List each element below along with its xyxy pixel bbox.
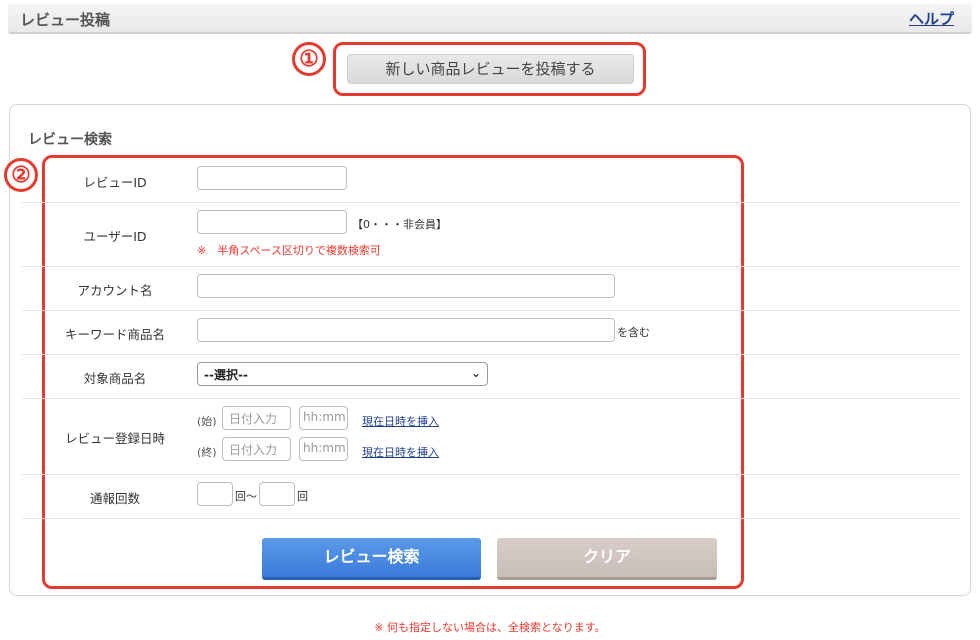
row-divider xyxy=(22,354,960,355)
row-divider xyxy=(22,202,960,203)
keyword-label: キーワード商品名 xyxy=(64,327,165,342)
target-product-select[interactable]: --選択-- ⌄ xyxy=(197,362,488,386)
row-divider xyxy=(22,266,960,267)
start-date-input[interactable]: 日付入力 xyxy=(222,406,291,430)
end-prefix: (終) xyxy=(197,446,217,459)
page-header: レビュー投稿 ヘルプ xyxy=(8,4,972,34)
chevron-down-icon: ⌄ xyxy=(470,366,481,380)
clear-button[interactable]: クリア xyxy=(497,538,717,580)
end-date-input[interactable]: 日付入力 xyxy=(222,437,291,461)
user-id-label: ユーザーID xyxy=(83,229,147,244)
report-count-max-input[interactable] xyxy=(259,482,295,506)
account-name-input[interactable] xyxy=(197,274,615,298)
keyword-input[interactable] xyxy=(197,318,615,342)
report-count-min-input[interactable] xyxy=(197,482,233,506)
callout-one: ① xyxy=(292,42,326,76)
new-review-button[interactable]: 新しい商品レビューを投稿する xyxy=(347,54,634,84)
row-divider xyxy=(22,474,960,475)
row-divider xyxy=(22,398,960,399)
registration-date-label: レビュー登録日時 xyxy=(64,431,165,446)
account-name-label: アカウント名 xyxy=(77,283,153,298)
keyword-suffix: を含む xyxy=(617,326,650,339)
start-prefix: (始) xyxy=(197,415,217,428)
row-divider xyxy=(22,310,960,311)
report-count-from-unit: 回～ xyxy=(235,490,257,503)
report-count-label: 通報回数 xyxy=(89,491,140,506)
footer-note: ※ 何も指定しない場合は、全検索となります。 xyxy=(374,621,606,634)
user-id-note: ※ 半角スペース区切りで複数検索可 xyxy=(197,244,381,257)
review-search-button[interactable]: レビュー検索 xyxy=(262,538,481,580)
target-product-selected: --選択-- xyxy=(204,368,248,382)
user-id-hint: 【0・・・非会員】 xyxy=(352,218,447,231)
start-time-input[interactable]: hh:mm xyxy=(299,406,348,430)
user-id-input[interactable] xyxy=(197,210,347,234)
help-link[interactable]: ヘルプ xyxy=(909,8,954,29)
review-id-label: レビューID xyxy=(83,175,147,190)
insert-now-start-link[interactable]: 現在日時を挿入 xyxy=(362,413,439,429)
row-divider xyxy=(22,518,960,519)
report-count-to-unit: 回 xyxy=(297,490,308,503)
page-title: レビュー投稿 xyxy=(20,11,111,29)
end-time-input[interactable]: hh:mm xyxy=(299,437,348,461)
callout-two: ② xyxy=(4,158,38,192)
review-id-input[interactable] xyxy=(197,166,347,190)
insert-now-end-link[interactable]: 現在日時を挿入 xyxy=(362,444,439,460)
search-panel-title: レビュー検索 xyxy=(28,132,112,148)
target-product-label: 対象商品名 xyxy=(83,371,147,386)
